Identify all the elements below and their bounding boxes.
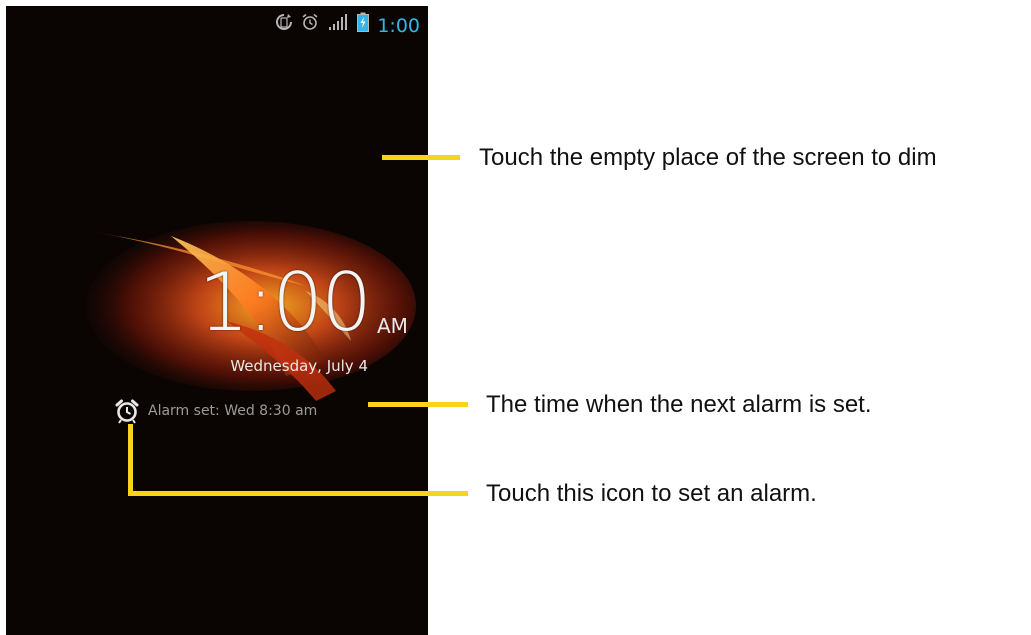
clock-time: 1:00 — [198, 256, 372, 349]
callout-line-set-alarm-horizontal — [128, 491, 468, 496]
status-bar: 1:00 — [275, 12, 420, 40]
clock-ampm: AM — [377, 314, 408, 338]
signal-bars-icon — [327, 13, 349, 39]
alarm-clock-icon — [301, 13, 319, 39]
callout-line-dim — [382, 155, 460, 160]
callout-line-set-alarm-vertical — [128, 424, 133, 496]
callout-next-alarm: The time when the next alarm is set. — [486, 391, 872, 418]
battery-charging-icon — [357, 12, 370, 40]
rotate-icon — [275, 13, 293, 39]
lock-screen[interactable]: 1:00 1:00 AM Wednesday, July 4 Alarm set… — [6, 6, 428, 635]
annotated-screenshot: 1:00 1:00 AM Wednesday, July 4 Alarm set… — [0, 0, 1031, 635]
status-time: 1:00 — [377, 15, 420, 37]
callout-dim: Touch the empty place of the screen to d… — [479, 144, 937, 171]
alarm-text: Alarm set: Wed 8:30 am — [148, 403, 318, 419]
alarm-clock-icon[interactable] — [114, 398, 140, 424]
callout-set-alarm: Touch this icon to set an alarm. — [486, 480, 817, 507]
callout-line-next-alarm — [368, 402, 468, 407]
clock-date: Wednesday, July 4 — [230, 357, 368, 375]
alarm-row: Alarm set: Wed 8:30 am — [114, 398, 317, 424]
